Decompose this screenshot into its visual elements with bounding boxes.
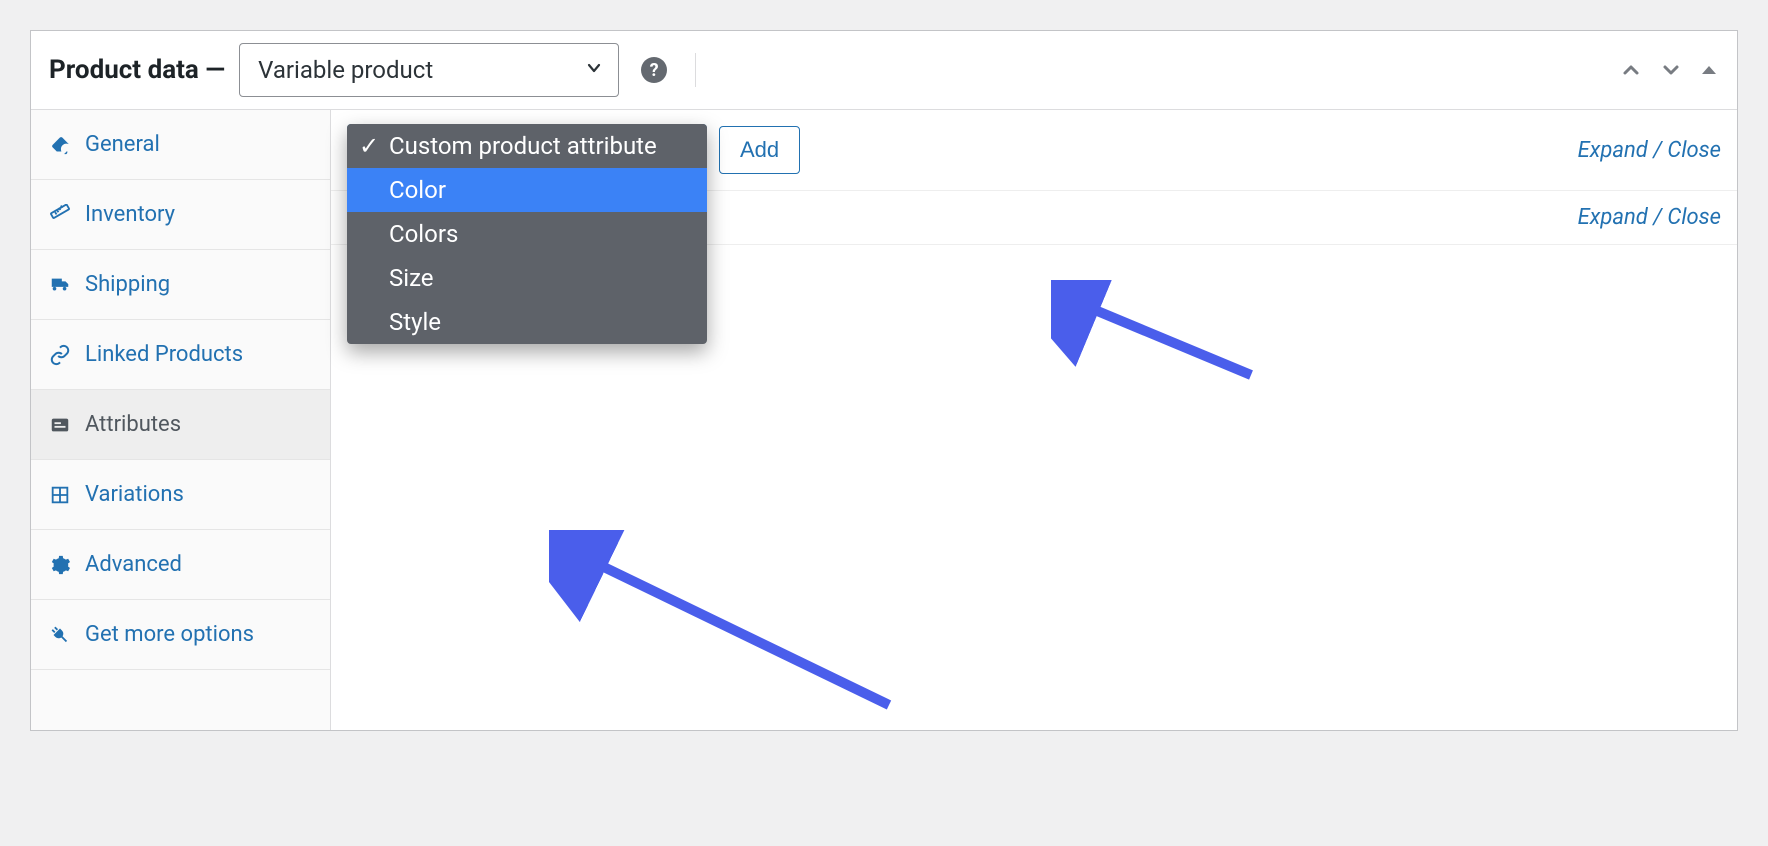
divider (695, 53, 696, 87)
dropdown-option-style[interactable]: Style (347, 300, 707, 344)
help-icon[interactable]: ? (641, 57, 667, 83)
attribute-add-row: ✓ Custom product attribute Color Colors (331, 110, 1737, 191)
sidebar-item-advanced[interactable]: Advanced (31, 530, 330, 600)
attribute-dropdown-wrap: ✓ Custom product attribute Color Colors (347, 124, 707, 176)
dropdown-option-label: Custom product attribute (389, 132, 657, 160)
truck-icon (49, 274, 71, 296)
card-icon (49, 414, 71, 436)
panel-title: Product data — (49, 55, 225, 85)
check-icon: ✓ (359, 132, 379, 160)
sidebar-item-shipping[interactable]: Shipping (31, 250, 330, 320)
sidebar: General Inventory Shipping Linked Produc… (31, 110, 331, 730)
expand-close-link[interactable]: Expand / Close (1578, 138, 1721, 163)
dropdown-option-label: Size (389, 264, 434, 292)
link-icon (49, 344, 71, 366)
sidebar-item-get-more-options[interactable]: Get more options (31, 600, 330, 670)
annotation-arrow-dropdown (1051, 280, 1271, 390)
ruler-icon (49, 204, 71, 226)
panel-header-controls (1619, 58, 1719, 82)
product-data-panel: Product data — Variable product ? (30, 30, 1738, 731)
dropdown-option-label: Colors (389, 220, 458, 248)
wrench-icon (49, 134, 71, 156)
sidebar-item-label: Inventory (85, 202, 175, 227)
sidebar-item-label: Attributes (85, 412, 181, 437)
add-button[interactable]: Add (719, 126, 800, 174)
attribute-dropdown-menu: ✓ Custom product attribute Color Colors (347, 124, 707, 344)
expand-close-link[interactable]: Expand / Close (1578, 205, 1721, 230)
sidebar-item-linked-products[interactable]: Linked Products (31, 320, 330, 390)
sidebar-item-variations[interactable]: Variations (31, 460, 330, 530)
sidebar-item-label: Get more options (85, 622, 254, 647)
annotation-arrow-sidebar (549, 530, 909, 720)
panel-body: General Inventory Shipping Linked Produc… (31, 110, 1737, 730)
sidebar-item-label: General (85, 132, 160, 157)
gear-icon (49, 554, 71, 576)
sidebar-item-label: Advanced (85, 552, 182, 577)
grid-icon (49, 484, 71, 506)
sidebar-item-attributes[interactable]: Attributes (31, 390, 330, 460)
sidebar-item-general[interactable]: General (31, 110, 330, 180)
dropdown-option-size[interactable]: Size (347, 256, 707, 300)
dropdown-option-color[interactable]: Color (347, 168, 707, 212)
plug-icon (49, 624, 71, 646)
sidebar-item-label: Shipping (85, 272, 170, 297)
sidebar-item-label: Variations (85, 482, 184, 507)
sidebar-item-label: Linked Products (85, 342, 243, 367)
dropdown-option-custom[interactable]: ✓ Custom product attribute (347, 124, 707, 168)
dropdown-option-label: Color (389, 176, 446, 204)
product-type-selected-label: Variable product (258, 56, 433, 84)
dropdown-option-label: Style (389, 308, 441, 336)
panel-down-icon[interactable] (1659, 58, 1683, 82)
dropdown-option-colors[interactable]: Colors (347, 212, 707, 256)
sidebar-item-inventory[interactable]: Inventory (31, 180, 330, 250)
chevron-down-icon (584, 56, 604, 84)
panel-up-icon[interactable] (1619, 58, 1643, 82)
panel-collapse-icon[interactable] (1699, 60, 1719, 80)
product-type-select[interactable]: Variable product (239, 43, 619, 97)
content-area: ✓ Custom product attribute Color Colors (331, 110, 1737, 730)
panel-header: Product data — Variable product ? (31, 31, 1737, 110)
